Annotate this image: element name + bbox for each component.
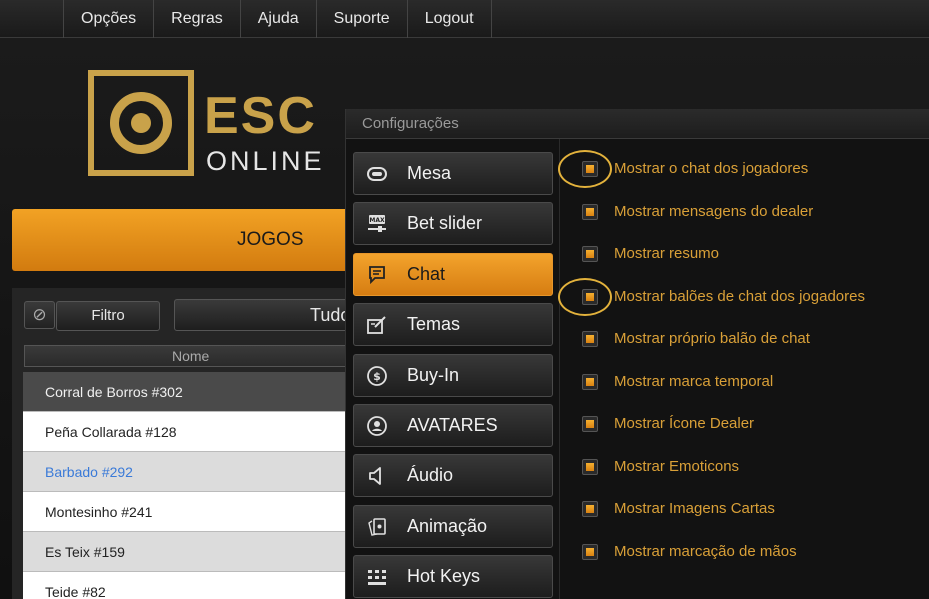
logo-mark	[88, 70, 194, 176]
filter-select-tudo[interactable]: Tudo	[174, 299, 354, 331]
nav-divider	[559, 139, 560, 599]
nav-label: Chat	[407, 263, 446, 284]
option-show-player-chat[interactable]: Mostrar o chat dos jogadores	[558, 149, 929, 192]
svg-text:MAX: MAX	[369, 217, 385, 224]
option-checkbox[interactable]	[582, 331, 598, 347]
jogos-tab-label: JOGOS	[237, 229, 304, 250]
option-label: Mostrar mensagens do dealer	[614, 202, 814, 220]
option-checkbox[interactable]	[582, 161, 598, 177]
no-filter-icon[interactable]: ⊘	[24, 301, 55, 329]
logo-sub-text: ONLINE	[206, 146, 325, 176]
menu-ajuda[interactable]: Ajuda	[241, 0, 317, 38]
svg-text:$: $	[373, 370, 381, 383]
menu-regras[interactable]: Regras	[154, 0, 241, 38]
nav-item-hot-keys[interactable]: Hot Keys	[353, 555, 553, 599]
menu-opcoes[interactable]: Opções	[64, 0, 155, 38]
option-show-summary[interactable]: Mostrar resumo	[576, 234, 929, 277]
avatar-icon	[366, 415, 388, 437]
option-show-own-balloon[interactable]: Mostrar próprio balão de chat	[576, 319, 929, 362]
top-menu: Opções Regras Ajuda Suporte Logout	[63, 0, 492, 38]
audio-icon	[366, 465, 388, 487]
table-row[interactable]: Es Teix #159	[23, 532, 353, 572]
option-checkbox[interactable]	[582, 373, 598, 390]
nav-item-animacao[interactable]: Animação	[353, 504, 553, 548]
nav-label: Temas	[407, 314, 461, 335]
nav-item-mesa[interactable]: Mesa	[353, 152, 553, 195]
menu-logout[interactable]: Logout	[408, 0, 492, 38]
nav-label: Buy-In	[407, 364, 460, 385]
option-show-timestamp[interactable]: Mostrar marca temporal	[576, 362, 929, 405]
nav-label: Mesa	[407, 163, 452, 183]
settings-nav: Mesa MAX Bet slider Chat Temas $ Buy-In	[353, 152, 553, 599]
option-show-emoticons[interactable]: Mostrar Emoticons	[576, 447, 929, 490]
option-label: Mostrar resumo	[614, 245, 720, 262]
hotkeys-icon	[366, 566, 388, 588]
option-label: Mostrar Imagens Cartas	[614, 500, 775, 517]
filter-button[interactable]: Filtro	[56, 301, 160, 331]
option-show-dealer-icon[interactable]: Mostrar Ícone Dealer	[576, 404, 929, 447]
nav-item-chat[interactable]: Chat	[353, 252, 553, 296]
chat-options-list: Mostrar o chat dos jogadores Mostrar men…	[558, 149, 929, 575]
table-row[interactable]: Corral de Borros #302	[23, 372, 353, 412]
option-label: Mostrar próprio balão de chat	[614, 330, 810, 347]
nav-label: AVATARES	[407, 414, 498, 435]
nav-label: Bet slider	[407, 213, 483, 234]
option-show-chat-balloons[interactable]: Mostrar balões de chat dos jogadores	[558, 277, 929, 320]
nav-item-buy-in[interactable]: $ Buy-In	[353, 353, 553, 397]
option-show-dealer-messages[interactable]: Mostrar mensagens do dealer	[576, 192, 929, 235]
settings-dialog: Configurações Mesa MAX Bet slider Chat T…	[345, 109, 929, 599]
animation-icon	[366, 516, 388, 538]
logo-brand-text: ESC	[204, 87, 317, 145]
table-row[interactable]: Barbado #292	[23, 452, 353, 492]
bet-slider-icon: MAX	[366, 213, 388, 235]
table-row[interactable]: Teide #82	[23, 572, 353, 599]
table-row[interactable]: Peña Collarada #128	[23, 412, 353, 452]
chat-icon	[366, 264, 388, 286]
nav-item-bet-slider[interactable]: MAX Bet slider	[353, 202, 553, 246]
option-checkbox[interactable]	[582, 203, 598, 220]
option-checkbox[interactable]	[582, 246, 598, 262]
nav-item-avatares[interactable]: AVATARES	[353, 403, 553, 447]
option-checkbox[interactable]	[582, 288, 598, 305]
option-label: Mostrar Ícone Dealer	[614, 415, 755, 432]
option-label: Mostrar o chat dos jogadores	[614, 160, 809, 177]
table-row[interactable]: Montesinho #241	[23, 492, 353, 532]
jogos-tab[interactable]: JOGOS	[12, 209, 352, 271]
column-header-nome[interactable]: Nome	[24, 345, 354, 367]
option-label: Mostrar balões de chat dos jogadores	[614, 287, 865, 305]
buy-in-icon: $	[366, 365, 388, 387]
option-show-hand-marking[interactable]: Mostrar marcação de mãos	[576, 532, 929, 575]
top-menu-bar: Opções Regras Ajuda Suporte Logout	[0, 0, 929, 38]
option-label: Mostrar marca temporal	[614, 372, 774, 390]
option-checkbox[interactable]	[582, 458, 598, 475]
esc-online-logo: ESC ONLINE	[88, 70, 338, 176]
game-list: Corral de Borros #302 Peña Collarada #12…	[23, 372, 353, 599]
nav-item-audio[interactable]: Áudio	[353, 454, 553, 498]
option-checkbox[interactable]	[582, 501, 598, 517]
option-checkbox[interactable]	[582, 416, 598, 432]
option-label: Mostrar Emoticons	[614, 457, 740, 475]
nav-label: Áudio	[407, 465, 454, 486]
table-icon	[366, 163, 388, 185]
option-label: Mostrar marcação de mãos	[614, 542, 797, 560]
option-show-card-images[interactable]: Mostrar Imagens Cartas	[576, 489, 929, 532]
nav-item-temas[interactable]: Temas	[353, 303, 553, 347]
themes-icon	[366, 314, 388, 336]
dialog-title: Configurações	[346, 109, 929, 139]
nav-label: Animação	[407, 515, 488, 536]
menu-suporte[interactable]: Suporte	[317, 0, 408, 38]
nav-label: Hot Keys	[407, 566, 481, 587]
option-checkbox[interactable]	[582, 543, 598, 560]
